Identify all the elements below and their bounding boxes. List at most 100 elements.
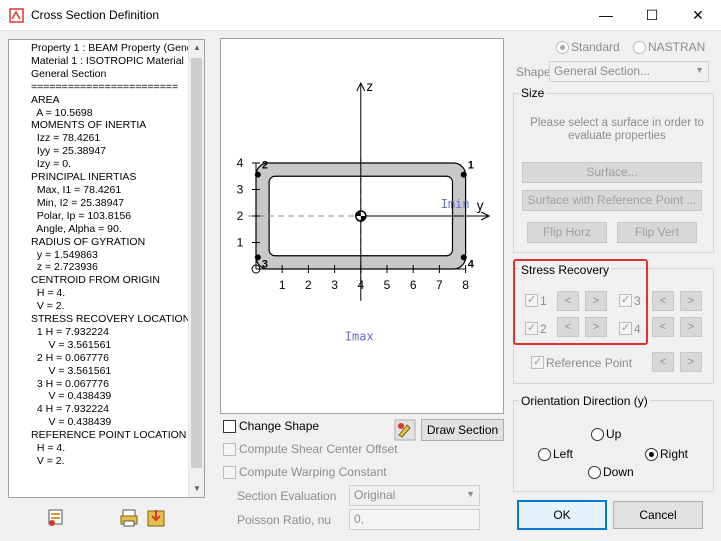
- size-group-label: Size: [519, 86, 547, 100]
- scroll-down-icon[interactable]: ▼: [189, 481, 204, 497]
- orient-up-label: Up: [606, 427, 622, 441]
- orient-right-radio[interactable]: [645, 448, 658, 461]
- orient-down-radio[interactable]: [588, 466, 601, 479]
- title-bar: Cross Section Definition — ☐ ✕: [0, 0, 721, 31]
- stress-point-3-label: 3: [634, 294, 641, 308]
- stress-point-marker: [254, 171, 261, 178]
- reference-point-checkbox[interactable]: ✓: [531, 356, 544, 369]
- poisson-ratio-label: Poisson Ratio, nu: [237, 513, 332, 527]
- stress-point-3-checkbox[interactable]: ✓: [619, 294, 632, 307]
- v-tick-label: 1: [237, 236, 244, 250]
- scroll-up-icon[interactable]: ▲: [189, 40, 204, 56]
- close-button[interactable]: ✕: [675, 0, 721, 31]
- draw-section-button[interactable]: Draw Section: [421, 419, 504, 441]
- stress-point-4-prev-button[interactable]: <: [652, 317, 674, 337]
- y-axis-label: y: [476, 199, 484, 214]
- standard-label: Standard: [571, 40, 620, 54]
- stress-point-1-label: 1: [540, 294, 547, 308]
- flip-horz-button[interactable]: Flip Horz: [527, 222, 607, 243]
- section-evaluation-select[interactable]: Original ▼: [349, 485, 480, 506]
- compute-warping-label: Compute Warping Constant: [239, 465, 387, 479]
- imin-label: Imin: [441, 197, 470, 211]
- size-hint: Please select a surface in order to eval…: [530, 117, 704, 142]
- stress-recovery-label: Stress Recovery: [519, 263, 612, 277]
- stress-point-label: 2: [262, 160, 268, 172]
- properties-scrollbar[interactable]: ▲ ▼: [188, 40, 204, 497]
- chevron-down-icon: ▼: [695, 65, 704, 75]
- h-tick-label: 7: [436, 278, 443, 292]
- stress-point-label: 4: [468, 258, 475, 270]
- h-tick-label: 6: [410, 278, 417, 292]
- stress-point-2-prev-button[interactable]: <: [557, 317, 579, 337]
- maximize-button[interactable]: ☐: [629, 0, 675, 31]
- draw-tool-icon[interactable]: [394, 419, 416, 441]
- standard-radio[interactable]: [556, 41, 569, 54]
- scroll-thumb[interactable]: [191, 58, 202, 468]
- stress-point-2-checkbox[interactable]: ✓: [525, 322, 538, 335]
- section-evaluation-label: Section Evaluation: [237, 489, 337, 503]
- reference-point-prev-button[interactable]: <: [652, 352, 674, 372]
- cancel-button[interactable]: Cancel: [613, 501, 703, 529]
- change-shape-checkbox[interactable]: [223, 420, 236, 433]
- reference-point-label: Reference Point: [546, 356, 633, 370]
- orient-left-label: Left: [553, 447, 574, 461]
- change-shape-label: Change Shape: [239, 419, 320, 433]
- stress-point-marker: [254, 254, 261, 261]
- orient-right-label: Right: [660, 447, 689, 461]
- stress-point-3-prev-button[interactable]: <: [652, 291, 674, 311]
- imax-label: Imax: [345, 330, 374, 344]
- reference-point-next-button[interactable]: >: [680, 352, 702, 372]
- surface-ref-point-button[interactable]: Surface with Reference Point ...: [522, 190, 702, 211]
- z-axis-label: z: [366, 80, 374, 95]
- section-evaluation-value: Original: [354, 488, 396, 502]
- stress-point-4-checkbox[interactable]: ✓: [619, 322, 632, 335]
- nastran-radio[interactable]: [633, 41, 646, 54]
- shape-label: Shape: [516, 65, 551, 79]
- h-tick-label: 3: [331, 278, 338, 292]
- flip-vert-button[interactable]: Flip Vert: [617, 222, 697, 243]
- save-to-file-icon[interactable]: [145, 507, 167, 529]
- stress-point-1-prev-button[interactable]: <: [557, 291, 579, 311]
- v-tick-label: 4: [237, 156, 244, 170]
- h-tick-label: 5: [384, 278, 391, 292]
- stress-point-marker: [460, 171, 467, 178]
- compute-warping-checkbox[interactable]: [223, 466, 236, 479]
- stress-point-1-next-button[interactable]: >: [585, 291, 607, 311]
- orient-up-radio[interactable]: [591, 428, 604, 441]
- print-icon[interactable]: [118, 507, 140, 529]
- h-tick-label: 8: [462, 278, 469, 292]
- app-icon: [9, 8, 24, 23]
- poisson-ratio-value: 0,: [354, 512, 365, 526]
- stress-point-label: 3: [262, 258, 268, 270]
- compute-shear-label: Compute Shear Center Offset: [239, 442, 398, 456]
- h-tick-label: 1: [279, 278, 286, 292]
- window-title: Cross Section Definition: [31, 8, 160, 22]
- chevron-down-icon: ▼: [466, 489, 475, 499]
- stress-point-2-label: 2: [540, 322, 547, 336]
- v-tick-label: 3: [237, 183, 244, 197]
- v-tick-label: 2: [237, 209, 244, 223]
- stress-point-2-next-button[interactable]: >: [585, 317, 607, 337]
- h-tick-label: 2: [305, 278, 312, 292]
- ok-button[interactable]: OK: [517, 500, 607, 530]
- nastran-label: NASTRAN: [648, 40, 706, 54]
- stress-point-1-checkbox[interactable]: ✓: [525, 294, 538, 307]
- orient-left-radio[interactable]: [538, 448, 551, 461]
- orientation-label: Orientation Direction (y): [519, 394, 650, 408]
- section-plot: z y Imin Imax 1 2 3 4 5 6 7 8 1 2 3 4 1 2 3 4: [237, 80, 491, 344]
- stress-point-3-next-button[interactable]: >: [680, 291, 702, 311]
- poisson-ratio-input[interactable]: 0,: [349, 509, 480, 530]
- section-canvas[interactable]: z y Imin Imax 1 2 3 4 5 6 7 8 1 2 3 4 1 2 3 4: [220, 38, 504, 414]
- shape-select[interactable]: General Section... ▼: [549, 61, 709, 82]
- orient-down-label: Down: [603, 465, 634, 479]
- minimize-button[interactable]: —: [583, 0, 629, 31]
- copy-to-datatable-icon[interactable]: [45, 507, 67, 529]
- properties-text: Property 1 : BEAM Property (General Mate…: [31, 42, 204, 467]
- stress-point-4-next-button[interactable]: >: [680, 317, 702, 337]
- h-tick-label: 4: [357, 278, 364, 292]
- properties-listing[interactable]: Property 1 : BEAM Property (General Mate…: [8, 39, 205, 498]
- stress-point-label: 1: [468, 160, 474, 172]
- stress-point-marker: [460, 254, 467, 261]
- surface-button[interactable]: Surface...: [522, 162, 702, 183]
- compute-shear-checkbox[interactable]: [223, 443, 236, 456]
